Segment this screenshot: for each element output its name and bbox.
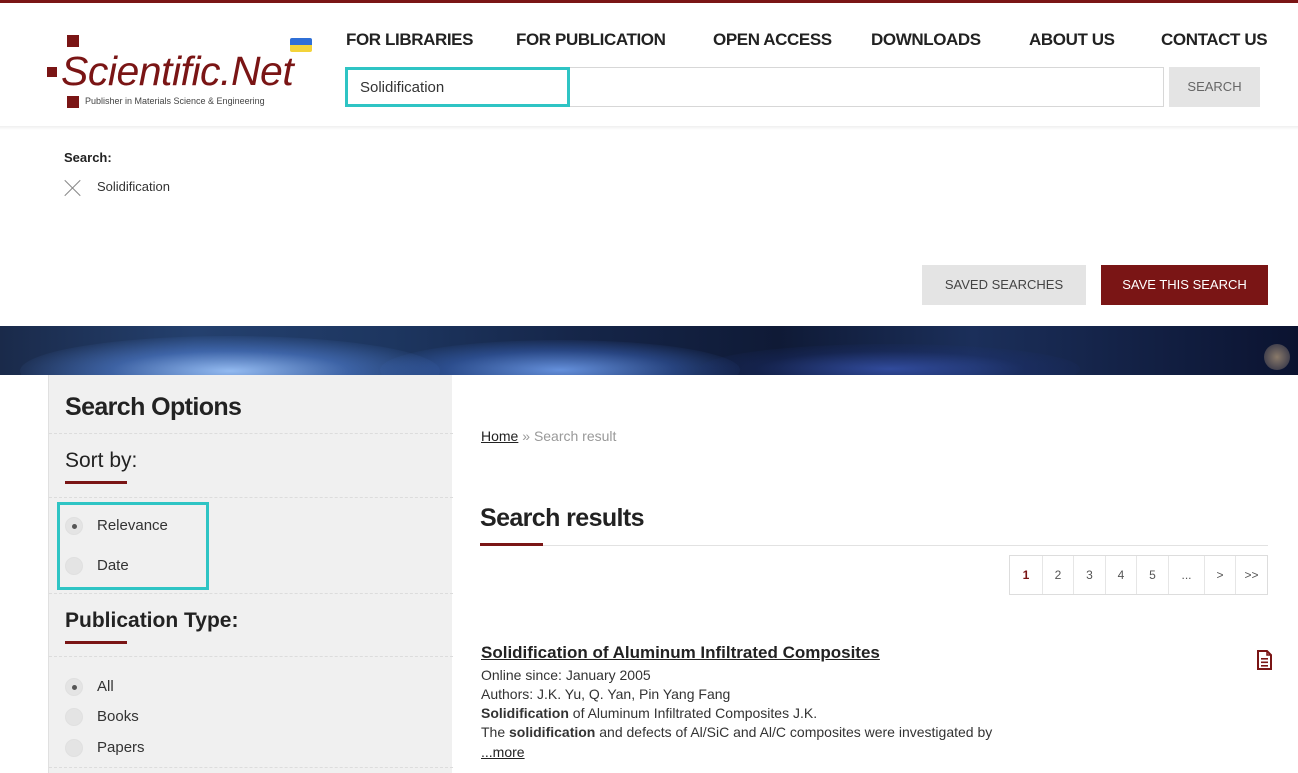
pubtype-papers-label: Papers xyxy=(97,739,145,756)
search-options-sidebar: Search Options Sort by: Relevance Date P… xyxy=(48,375,453,773)
last-page-button[interactable]: >> xyxy=(1235,556,1267,594)
next-page-button[interactable]: > xyxy=(1204,556,1235,594)
nav-downloads[interactable]: DOWNLOADS xyxy=(871,30,981,50)
nav-for-publication[interactable]: FOR PUBLICATION xyxy=(516,30,666,50)
result-more-link[interactable]: ...more xyxy=(481,744,525,760)
search-options-title: Search Options xyxy=(65,393,242,421)
banner-image xyxy=(0,326,1298,375)
page-2-button[interactable]: 2 xyxy=(1042,556,1073,594)
result-online-since: Online since: January 2005 xyxy=(481,667,651,683)
pubtype-books-label: Books xyxy=(97,708,139,725)
search-label: Search: xyxy=(64,150,112,165)
page-1-button[interactable]: 1 xyxy=(1010,556,1042,594)
nav-open-access[interactable]: OPEN ACCESS xyxy=(713,30,832,50)
nav-contact-us[interactable]: CONTACT US xyxy=(1161,30,1268,50)
sort-by-heading: Sort by: xyxy=(65,449,138,472)
result-snippet-2: The solidification and defects of Al/SiC… xyxy=(481,724,993,740)
search-input[interactable]: Solidification xyxy=(345,67,1164,107)
breadcrumb-current: Search result xyxy=(533,428,617,444)
logo-square-icon xyxy=(67,96,79,108)
remove-term-icon[interactable] xyxy=(63,178,83,198)
breadcrumb: Home » Search result xyxy=(481,428,616,444)
results-title: Search results xyxy=(480,504,645,532)
result-authors: Authors: J.K. Yu, Q. Yan, Pin Yang Fang xyxy=(481,686,731,702)
header-divider xyxy=(0,126,1298,130)
result-item: Solidification of Aluminum Infiltrated C… xyxy=(481,643,1271,762)
search-button[interactable]: SEARCH xyxy=(1169,67,1260,107)
nav-for-libraries[interactable]: FOR LIBRARIES xyxy=(346,30,473,50)
logo-square-icon xyxy=(67,35,79,47)
pagination: 1 2 3 4 5 ... > >> xyxy=(1009,555,1268,595)
result-title-link[interactable]: Solidification of Aluminum Infiltrated C… xyxy=(481,643,1271,663)
search-input-value: Solidification xyxy=(360,79,445,96)
nav-about-us[interactable]: ABOUT US xyxy=(1029,30,1115,50)
top-border xyxy=(0,0,1298,3)
logo-tagline: Publisher in Materials Science & Enginee… xyxy=(85,96,265,106)
result-snippet-1: Solidification of Aluminum Infiltrated C… xyxy=(481,705,818,721)
publication-type-underline xyxy=(65,641,127,644)
logo-wordmark: Scientific.Net xyxy=(61,48,294,94)
pubtype-all-label: All xyxy=(97,678,114,695)
publication-type-heading: Publication Type: xyxy=(65,609,239,632)
breadcrumb-separator: » xyxy=(518,428,534,444)
document-icon[interactable] xyxy=(1257,650,1272,670)
page-ellipsis: ... xyxy=(1168,556,1204,594)
page-4-button[interactable]: 4 xyxy=(1105,556,1136,594)
page-3-button[interactable]: 3 xyxy=(1073,556,1105,594)
logo-square-icon xyxy=(47,67,57,77)
saved-searches-button[interactable]: SAVED SEARCHES xyxy=(922,265,1086,305)
sort-highlight xyxy=(57,502,209,590)
ukraine-flag-icon xyxy=(290,38,312,52)
save-this-search-button[interactable]: SAVE THIS SEARCH xyxy=(1101,265,1268,305)
results-underline xyxy=(480,543,543,546)
main-nav: FOR LIBRARIES FOR PUBLICATION OPEN ACCES… xyxy=(346,30,1268,54)
results-divider xyxy=(480,545,1268,546)
breadcrumb-home-link[interactable]: Home xyxy=(481,428,518,444)
logo[interactable]: Scientific.Net Publisher in Materials Sc… xyxy=(47,30,317,110)
page-5-button[interactable]: 5 xyxy=(1136,556,1168,594)
sort-by-underline xyxy=(65,481,127,484)
search-term-text: Solidification xyxy=(97,179,170,194)
